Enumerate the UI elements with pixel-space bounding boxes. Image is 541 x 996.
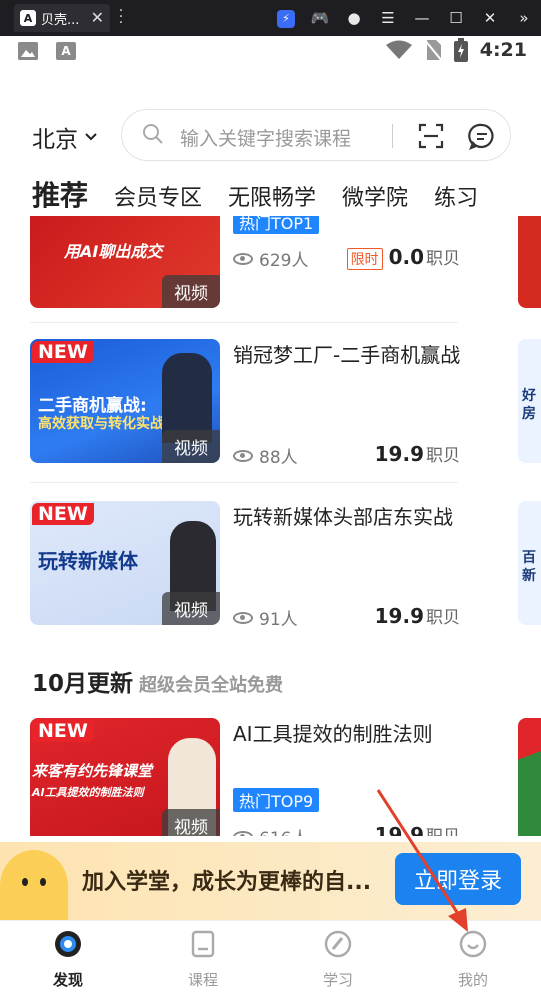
thumb-line1: 来客有约先锋课堂	[32, 762, 153, 780]
category-tabs: 推荐 会员专区 无限畅学 微学院 练习	[32, 174, 504, 218]
phone-screen: A 4:21 北京 输入关键字搜索课程 推荐 会员专区 无限畅学 微学院 练习 …	[0, 36, 541, 996]
eye-icon	[233, 830, 253, 836]
course-card[interactable]: NEW 来客有约先锋课堂 AI工具提效的制胜法则 视频 AI工具提效的制胜法则 …	[30, 718, 460, 836]
course-thumbnail: NEW 二手商机赢战: 高效获取与转化实战 视频	[30, 339, 220, 463]
course-card[interactable]: 用AI聊出成交 视频 热门TOP1 629人 限时 0.0 职贝	[30, 216, 460, 312]
side-card-peek[interactable]: 百 新	[518, 501, 541, 625]
video-tag: 视频	[162, 592, 220, 625]
window-tab-title: 贝壳...	[41, 12, 80, 28]
wifi-icon	[385, 40, 412, 59]
login-banner: 加入学堂，成长为更棒的自... 立即登录	[0, 842, 541, 922]
course-price: 19.9职贝	[374, 604, 460, 628]
side-card-peek[interactable]	[518, 216, 541, 308]
tab-micro-academy[interactable]: 微学院	[342, 180, 408, 212]
city-label: 北京	[32, 127, 78, 153]
emulator-title-bar: A 贝壳... ✕ · · · ⚡ 🎮 ● ☰ — ☐ ✕ »	[0, 0, 541, 36]
thumb-line1: 玩转新媒体	[38, 549, 138, 573]
course-title: 销冠梦工厂-二手商机赢战	[233, 343, 461, 367]
menu-icon[interactable]: ☰	[371, 9, 405, 27]
minimize-icon[interactable]: —	[405, 9, 439, 27]
tab-practice[interactable]: 练习	[434, 180, 478, 212]
eye-icon	[233, 449, 253, 462]
app-notification-icon: A	[56, 42, 76, 60]
view-count: 88人	[233, 443, 298, 468]
status-time: 4:21	[479, 39, 527, 61]
discover-icon	[55, 931, 81, 957]
chevron-down-icon	[85, 133, 97, 141]
new-badge: NEW	[32, 720, 94, 742]
section-subtitle: 超级会员全站免费	[139, 675, 284, 696]
course-card[interactable]: NEW 玩转新媒体 视频 玩转新媒体头部店东实战 91人 19.9 职贝	[30, 501, 460, 630]
nav-discover[interactable]: 发现	[28, 929, 108, 990]
search-divider	[392, 124, 393, 148]
thumb-line2: AI工具提效的制胜法则	[32, 786, 144, 799]
row-divider	[30, 322, 458, 323]
profile-icon	[459, 930, 487, 958]
window-tab[interactable]: A 贝壳... ✕	[14, 4, 110, 32]
battery-icon	[453, 38, 468, 62]
course-price: 限时 0.0 职贝	[346, 244, 460, 270]
no-sim-icon	[423, 39, 442, 61]
view-count: 91人	[233, 605, 298, 630]
bottom-nav: 发现 课程 学习 我的	[0, 920, 541, 996]
study-icon	[324, 930, 352, 958]
app-logo-icon: A	[20, 10, 36, 26]
banner-text: 加入学堂，成长为更棒的自...	[82, 870, 372, 895]
close-icon[interactable]: ✕	[473, 9, 507, 27]
side-card-peek[interactable]: 好 房	[518, 339, 541, 463]
section-title: 10月更新	[32, 671, 134, 697]
tab-member-zone[interactable]: 会员专区	[114, 180, 202, 212]
thumb-caption: 用AI聊出成交	[64, 242, 163, 261]
flash-icon[interactable]: ⚡	[269, 8, 303, 28]
side-card-peek[interactable]	[518, 718, 541, 836]
nav-courses[interactable]: 课程	[163, 929, 243, 990]
more-vertical-icon[interactable]: · · ·	[118, 4, 124, 30]
video-tag: 视频	[162, 809, 220, 836]
eye-icon	[233, 252, 253, 265]
search-icon	[143, 124, 163, 144]
new-badge: NEW	[32, 503, 94, 525]
nav-study[interactable]: 学习	[298, 929, 378, 990]
tab-unlimited[interactable]: 无限畅学	[228, 180, 316, 212]
gamepad-icon[interactable]: 🎮	[303, 9, 337, 27]
course-feed: 用AI聊出成交 视频 热门TOP1 629人 限时 0.0 职贝 NEW 二手商机赢…	[0, 216, 541, 836]
view-count: 616人	[233, 824, 308, 836]
tab-close-icon[interactable]: ✕	[91, 8, 104, 27]
search-input[interactable]: 输入关键字搜索课程	[180, 124, 351, 151]
hot-badge: 热门TOP1	[233, 216, 320, 234]
course-price: 19.9职贝	[374, 442, 460, 466]
course-title: AI工具提效的制胜法则	[233, 722, 433, 746]
image-notification-icon	[18, 42, 38, 60]
city-selector[interactable]: 北京	[32, 120, 98, 154]
course-icon	[191, 930, 215, 958]
eye-icon	[233, 611, 253, 624]
course-title: 玩转新媒体头部店东实战	[233, 505, 453, 529]
video-tag: 视频	[162, 275, 220, 308]
thumb-line2: 高效获取与转化实战	[38, 416, 164, 432]
new-badge: NEW	[32, 341, 94, 363]
scan-icon[interactable]	[418, 123, 444, 149]
message-icon[interactable]	[468, 122, 496, 150]
mascot-image	[0, 850, 68, 922]
view-count: 629人	[233, 246, 308, 271]
collapse-icon[interactable]: »	[507, 9, 541, 27]
course-price: 19.9职贝	[374, 823, 460, 836]
account-icon[interactable]: ●	[337, 9, 371, 27]
row-divider	[30, 482, 458, 483]
nav-mine[interactable]: 我的	[433, 929, 513, 990]
search-bar[interactable]: 输入关键字搜索课程	[121, 109, 511, 161]
tab-recommend[interactable]: 推荐	[32, 174, 88, 214]
section-header: 10月更新 超级会员全站免费	[32, 664, 283, 698]
course-card[interactable]: NEW 二手商机赢战: 高效获取与转化实战 视频 销冠梦工厂-二手商机赢战 88…	[30, 339, 461, 468]
status-bar: A 4:21	[0, 36, 541, 70]
limited-tag: 限时	[346, 248, 383, 270]
course-thumbnail: NEW 玩转新媒体 视频	[30, 501, 220, 625]
course-thumbnail: 用AI聊出成交 视频	[30, 216, 220, 308]
video-tag: 视频	[162, 430, 220, 463]
login-button[interactable]: 立即登录	[395, 853, 521, 905]
course-thumbnail: NEW 来客有约先锋课堂 AI工具提效的制胜法则 视频	[30, 718, 220, 836]
hot-badge: 热门TOP9	[233, 788, 320, 812]
maximize-icon[interactable]: ☐	[439, 9, 473, 27]
